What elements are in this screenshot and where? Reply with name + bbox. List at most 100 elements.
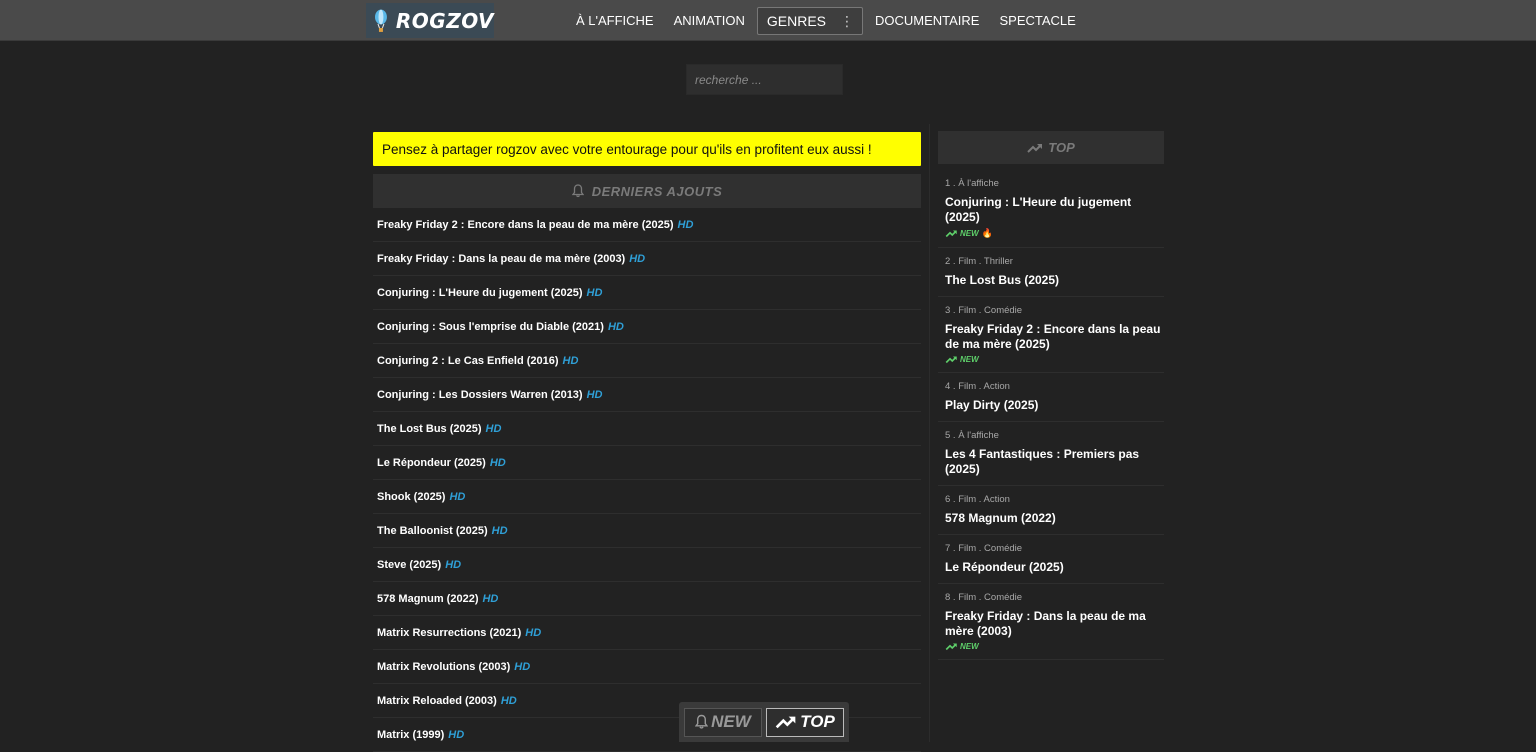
- top-item-meta: 2 . Film . Thriller: [945, 256, 1013, 267]
- latest-additions-header: DERNIERS AJOUTS: [373, 174, 921, 208]
- top-item-title[interactable]: Les 4 Fantastiques : Premiers pas (2025): [945, 447, 1162, 477]
- hd-badge: HD: [500, 694, 517, 707]
- trending-up-icon: [775, 716, 796, 729]
- new-badge-label: NEW: [960, 642, 979, 651]
- top-list-item[interactable]: 3 . Film . Comédie Freaky Friday 2 : Enco…: [938, 297, 1164, 373]
- list-item[interactable]: Conjuring : Sous l'emprise du Diable (20…: [373, 310, 921, 344]
- hd-badge: HD: [485, 422, 502, 435]
- search-input[interactable]: [686, 64, 843, 95]
- new-badge: NEW: [945, 355, 1162, 364]
- top-item-meta: 1 . À l'affiche: [945, 178, 999, 189]
- fire-icon: 🔥: [981, 228, 993, 238]
- nav-item-a-laffiche[interactable]: À L'AFFICHE: [566, 7, 664, 35]
- list-item[interactable]: Freaky Friday : Dans la peau de ma mère …: [373, 242, 921, 276]
- site-logo[interactable]: ROGZOV: [366, 3, 494, 38]
- hd-badge: HD: [562, 354, 579, 367]
- top-list-item[interactable]: 6 . Film . Action 578 Magnum (2022): [938, 486, 1164, 535]
- list-item[interactable]: Conjuring 2 : Le Cas Enfield (2016) HD: [373, 344, 921, 378]
- hd-badge: HD: [586, 388, 603, 401]
- list-item[interactable]: The Balloonist (2025) HD: [373, 514, 921, 548]
- list-item[interactable]: The Lost Bus (2025) HD: [373, 412, 921, 446]
- list-item-title: Conjuring : L'Heure du jugement (2025): [377, 286, 583, 299]
- list-item-title: Conjuring 2 : Le Cas Enfield (2016): [377, 354, 559, 367]
- list-item-title: Shook (2025): [377, 490, 446, 503]
- nav-item-genres[interactable]: GENRES ⋮: [756, 6, 863, 35]
- hd-badge: HD: [586, 286, 603, 299]
- nav-item-animation[interactable]: ANIMATION: [664, 7, 755, 35]
- hd-badge: HD: [489, 456, 506, 469]
- new-badge: NEW 🔥: [945, 228, 1162, 239]
- trending-up-icon: [1027, 143, 1043, 153]
- list-item-title: Matrix Revolutions (2003): [377, 660, 511, 673]
- list-item[interactable]: Conjuring : L'Heure du jugement (2025) HD: [373, 276, 921, 310]
- hd-badge: HD: [525, 626, 542, 639]
- list-item-title: 578 Magnum (2022): [377, 592, 479, 605]
- bell-icon: [695, 714, 709, 729]
- list-item[interactable]: Matrix Revolutions (2003) HD: [373, 650, 921, 684]
- list-item-title: Le Répondeur (2025): [377, 456, 486, 469]
- top-item-meta: 3 . Film . Comédie: [945, 305, 1023, 316]
- top-list-item[interactable]: 7 . Film . Comédie Le Répondeur (2025): [938, 535, 1164, 584]
- trending-up-icon: [945, 356, 957, 364]
- list-item-title: Matrix (1999): [377, 728, 445, 741]
- bell-icon: [571, 184, 584, 198]
- list-item-title: Steve (2025): [377, 558, 442, 571]
- top-list-item[interactable]: 4 . Film . Action Play Dirty (2025): [938, 373, 1164, 422]
- top-item-meta: 6 . Film . Action: [945, 494, 1010, 505]
- list-item[interactable]: Shook (2025) HD: [373, 480, 921, 514]
- new-badge: NEW: [945, 642, 1162, 651]
- top-item-title[interactable]: Conjuring : L'Heure du jugement (2025): [945, 195, 1162, 225]
- top-list-item[interactable]: 5 . À l'affiche Les 4 Fantastiques : Prem…: [938, 422, 1164, 486]
- floating-new-button[interactable]: NEW: [684, 707, 762, 737]
- top-list-item[interactable]: 8 . Film . Comédie Freaky Friday : Dans l…: [938, 584, 1164, 660]
- balloon-icon: [374, 9, 387, 32]
- top-navbar: ROGZOV À L'AFFICHE ANIMATION GENRES ⋮ DO…: [0, 0, 1536, 41]
- new-badge-label: NEW: [960, 355, 979, 364]
- hd-badge: HD: [445, 558, 462, 571]
- top-header: TOP: [938, 131, 1164, 164]
- floating-top-label: TOP: [800, 712, 835, 731]
- main-nav: À L'AFFICHE ANIMATION GENRES ⋮ DOCUMENTA…: [566, 0, 1086, 41]
- latest-additions-title: DERNIERS AJOUTS: [591, 183, 723, 199]
- top-item-title[interactable]: The Lost Bus (2025): [945, 273, 1162, 288]
- top-item-meta: 4 . Film . Action: [945, 381, 1010, 392]
- share-notice: Pensez à partager rogzov avec votre ento…: [373, 132, 921, 166]
- hd-badge: HD: [448, 728, 465, 741]
- list-item[interactable]: Freaky Friday 2 : Encore dans la peau de…: [373, 208, 921, 242]
- nav-item-documentaire[interactable]: DOCUMENTAIRE: [865, 7, 989, 35]
- floating-top-button[interactable]: TOP: [766, 707, 844, 737]
- list-item-title: Matrix Resurrections (2021): [377, 626, 522, 639]
- list-item-title: Conjuring : Les Dossiers Warren (2013): [377, 388, 583, 401]
- top-item-title[interactable]: Freaky Friday 2 : Encore dans la peau de…: [945, 322, 1162, 352]
- list-item[interactable]: 578 Magnum (2022) HD: [373, 582, 921, 616]
- hd-badge: HD: [449, 490, 466, 503]
- list-item-title: Freaky Friday 2 : Encore dans la peau de…: [377, 218, 674, 231]
- trending-up-icon: [945, 643, 957, 651]
- nav-item-spectacle[interactable]: SPECTACLE: [989, 7, 1085, 35]
- genres-label: GENRES: [766, 12, 826, 29]
- list-item[interactable]: Matrix Resurrections (2021) HD: [373, 616, 921, 650]
- list-item[interactable]: Le Répondeur (2025) HD: [373, 446, 921, 480]
- kebab-menu-icon: ⋮: [840, 12, 854, 29]
- new-badge-label: NEW: [960, 229, 979, 238]
- top-item-title[interactable]: Play Dirty (2025): [945, 398, 1162, 413]
- floating-new-label: NEW: [711, 712, 751, 731]
- hd-badge: HD: [629, 252, 646, 265]
- hd-badge: HD: [491, 524, 508, 537]
- list-item[interactable]: Conjuring : Les Dossiers Warren (2013) HD: [373, 378, 921, 412]
- top-list-item[interactable]: 2 . Film . Thriller The Lost Bus (2025): [938, 248, 1164, 297]
- top-item-title[interactable]: Le Répondeur (2025): [945, 560, 1162, 575]
- list-item-title: Matrix Reloaded (2003): [377, 694, 497, 707]
- hd-badge: HD: [514, 660, 531, 673]
- hd-badge: HD: [482, 592, 499, 605]
- list-item-title: The Lost Bus (2025): [377, 422, 482, 435]
- top-list: 1 . À l'affiche Conjuring : L'Heure du ju…: [938, 170, 1164, 660]
- top-item-title[interactable]: Freaky Friday : Dans la peau de ma mère …: [945, 609, 1162, 639]
- top-list-item[interactable]: 1 . À l'affiche Conjuring : L'Heure du ju…: [938, 170, 1164, 248]
- top-item-meta: 8 . Film . Comédie: [945, 592, 1023, 603]
- hd-badge: HD: [607, 320, 624, 333]
- list-item[interactable]: Steve (2025) HD: [373, 548, 921, 582]
- logo-text: ROGZOV: [395, 8, 494, 33]
- top-title: TOP: [1048, 140, 1075, 155]
- top-item-title[interactable]: 578 Magnum (2022): [945, 511, 1162, 526]
